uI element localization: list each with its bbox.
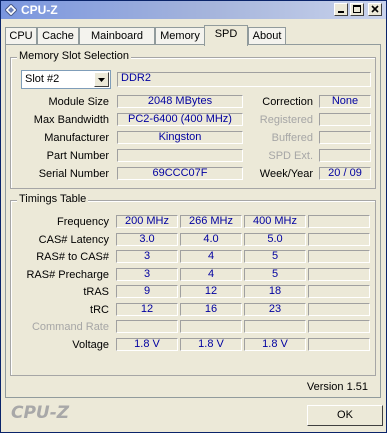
timing-row-label: Frequency [57,216,109,228]
tab-cpu[interactable]: CPU [5,27,37,44]
timing-cell: 1.8 V [180,337,242,351]
memory-slot-group: Memory Slot Selection Slot #2 DDR2 Modul… [10,50,376,189]
memory-slot-group-title: Memory Slot Selection [17,50,132,62]
module-size-field: 2048 MBytes [117,95,243,108]
cpuz-window: CPU-Z CPU Cache Mainboard Memory SPD Abo… [0,0,387,433]
timing-cell: 266 MHz [180,215,242,228]
timing-cell: 12 [116,302,178,316]
timing-cell [308,215,370,228]
timing-cell: 3 [116,250,178,263]
chevron-down-icon [98,78,105,82]
timing-cell [308,267,370,281]
tab-mainboard[interactable]: Mainboard [79,27,155,44]
minimize-icon [338,11,344,13]
title-bar[interactable]: CPU-Z [1,1,386,19]
timing-cell: 5.0 [244,232,306,246]
tab-memory[interactable]: Memory [155,27,205,44]
part-number-field [117,149,243,162]
serial-number-field: 69CCC07F [117,167,243,180]
timing-cell: 5 [244,267,306,281]
cpuz-logo: CPU-Z [11,403,70,423]
part-number-label: Part Number [46,150,109,162]
slot-select-value: Slot #2 [25,73,60,85]
timing-cell: 5 [244,250,306,263]
cpuz-app-icon [5,4,17,16]
timing-cell: 4 [180,250,242,263]
close-icon [371,5,379,13]
max-bandwidth-field: PC2-6400 (400 MHz) [117,113,243,126]
timing-cell: 4 [180,267,242,281]
timing-cell: 16 [180,302,242,316]
buffered-label: Buffered [271,132,313,144]
slot-select[interactable]: Slot #2 [21,70,111,89]
correction-label: Correction [262,96,313,108]
timing-cell [308,337,370,351]
timing-cell: 1.8 V [244,337,306,351]
minimize-button[interactable] [334,3,348,16]
module-type-field: DDR2 [117,72,371,87]
timings-group: Timings Table Frequency 200 MHz 266 MHz 400… [10,193,376,376]
serial-number-label: Serial Number [38,168,109,180]
slot-dropdown-button[interactable] [94,72,109,87]
timing-cell: 3 [116,267,178,281]
timing-row-label: RAS# Precharge [26,268,109,281]
timing-cell [308,285,370,298]
manufacturer-label: Manufacturer [44,132,109,144]
maximize-icon [353,5,361,13]
registered-label: Registered [259,114,313,126]
timing-cell [308,302,370,316]
max-bandwidth-label: Max Bandwidth [33,114,109,126]
week-year-field: 20 / 09 [319,167,371,180]
buffered-field [319,131,371,144]
timing-cell: 12 [180,285,242,298]
close-button[interactable] [368,3,382,16]
timing-cell: 4.0 [180,232,242,246]
tab-about[interactable]: About [248,27,286,44]
spd-ext-label: SPD Ext. [268,150,313,162]
timing-cell [308,320,370,333]
timing-cell [116,320,178,333]
timing-cell: 18 [244,285,306,298]
timing-cell [180,320,242,333]
timing-row-label: RAS# to CAS# [36,251,109,263]
timing-cell: 200 MHz [116,215,178,228]
timing-cell: 9 [116,285,178,298]
correction-field: None [319,95,371,108]
timing-cell: 1.8 V [116,337,178,351]
registered-field [319,113,371,126]
timing-cell: 400 MHz [244,215,306,228]
timings-group-title: Timings Table [17,193,89,205]
window-title: CPU-Z [21,3,58,17]
timing-row-label: tRC [90,303,109,316]
ok-button[interactable]: OK [307,405,383,426]
timing-row-label: Voltage [72,338,109,351]
module-size-label: Module Size [48,96,109,108]
manufacturer-field: Kingston [117,131,243,144]
tab-spd[interactable]: SPD [204,25,248,46]
timing-cell [308,232,370,246]
week-year-label: Week/Year [259,168,313,180]
spd-panel: Memory Slot Selection Slot #2 DDR2 Modul… [5,44,381,398]
tab-cache[interactable]: Cache [37,27,79,44]
timing-row-label: CAS# Latency [38,233,109,246]
timing-row-label: tRAS [83,286,109,298]
spd-ext-field [319,149,371,162]
timing-row-label: Command Rate [31,321,109,333]
timing-cell: 3.0 [116,232,178,246]
timing-cell [308,250,370,263]
maximize-button[interactable] [350,3,364,16]
timing-cell: 23 [244,302,306,316]
version-label: Version 1.51 [306,381,368,393]
timing-cell [244,320,306,333]
